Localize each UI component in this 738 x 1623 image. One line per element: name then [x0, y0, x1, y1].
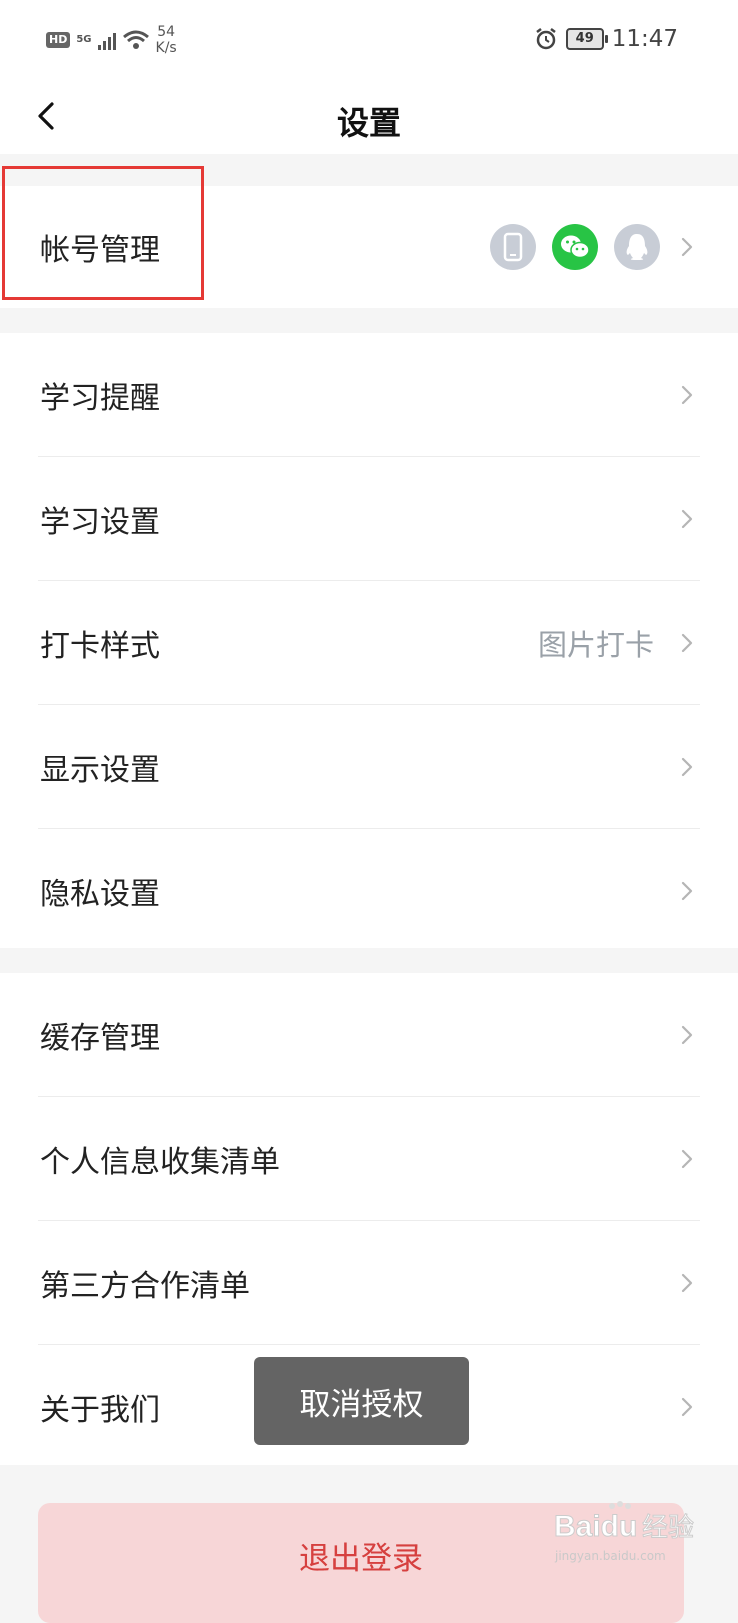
status-time: 11:47	[611, 26, 678, 52]
chevron-right-icon	[681, 1149, 693, 1168]
watermark-url: jingyan.baidu.com	[555, 1549, 666, 1563]
nav-bar: 设置	[0, 84, 738, 154]
chevron-right-icon	[681, 1273, 693, 1292]
wechat-icon	[552, 224, 598, 270]
third-party-list-row[interactable]: 第三方合作清单	[38, 1221, 700, 1345]
checkin-style-value: 图片打卡	[537, 627, 654, 662]
highlight-box	[2, 166, 204, 300]
personal-info-list-label: 个人信息收集清单	[40, 1144, 280, 1180]
study-settings-row[interactable]: 学习设置	[38, 457, 700, 581]
chevron-right-icon	[681, 237, 693, 257]
study-settings-label: 学习设置	[40, 504, 160, 540]
status-right: 49 11:47	[534, 26, 678, 52]
page-title: 设置	[336, 104, 401, 142]
cache-management-label: 缓存管理	[40, 1020, 160, 1056]
baidu-watermark-logo: Baidu 经验	[554, 1501, 695, 1544]
battery-icon: 49	[565, 28, 608, 50]
linked-accounts	[490, 224, 660, 270]
about-us-label: 关于我们	[40, 1392, 160, 1428]
net-speed-unit: K/s	[155, 40, 177, 56]
checkin-style-row[interactable]: 打卡样式 图片打卡	[38, 581, 700, 705]
network-type: 5G	[76, 34, 92, 45]
learning-group: 学习提醒 学习设置 打卡样式 图片打卡 显示设置 隐私设置	[0, 333, 738, 948]
hd-badge: HD	[46, 32, 71, 48]
third-party-list-label: 第三方合作清单	[40, 1268, 250, 1304]
svg-text:经验: 经验	[642, 1513, 694, 1543]
cache-management-row[interactable]: 缓存管理	[38, 973, 700, 1097]
qq-icon	[614, 224, 660, 270]
checkin-style-label: 打卡样式	[40, 628, 160, 664]
phone-icon	[490, 224, 536, 270]
signal-icon	[97, 30, 116, 50]
svg-text:Baidu: Baidu	[554, 1510, 637, 1543]
privacy-settings-label: 隐私设置	[40, 876, 160, 912]
net-speed: 54 K/s	[156, 24, 177, 56]
status-left: HD 5G 54 K/s	[46, 24, 177, 56]
status-bar: HD 5G 54 K/s 49 11:47	[0, 0, 738, 84]
chevron-right-icon	[681, 1397, 693, 1416]
chevron-right-icon	[681, 881, 693, 900]
wifi-icon	[122, 30, 149, 49]
display-settings-label: 显示设置	[40, 752, 160, 788]
chevron-right-icon	[681, 633, 693, 652]
privacy-settings-row[interactable]: 隐私设置	[38, 829, 700, 952]
alarm-icon	[535, 28, 556, 50]
display-settings-row[interactable]: 显示设置	[38, 705, 700, 829]
study-reminder-row[interactable]: 学习提醒	[38, 333, 700, 457]
toast-message: 取消授权	[254, 1357, 469, 1445]
chevron-right-icon	[681, 1025, 693, 1044]
personal-info-list-row[interactable]: 个人信息收集清单	[38, 1097, 700, 1221]
study-reminder-label: 学习提醒	[40, 380, 160, 416]
chevron-right-icon	[681, 757, 693, 776]
chevron-right-icon	[681, 509, 693, 528]
net-speed-value: 54	[157, 24, 176, 40]
chevron-right-icon	[681, 385, 693, 404]
